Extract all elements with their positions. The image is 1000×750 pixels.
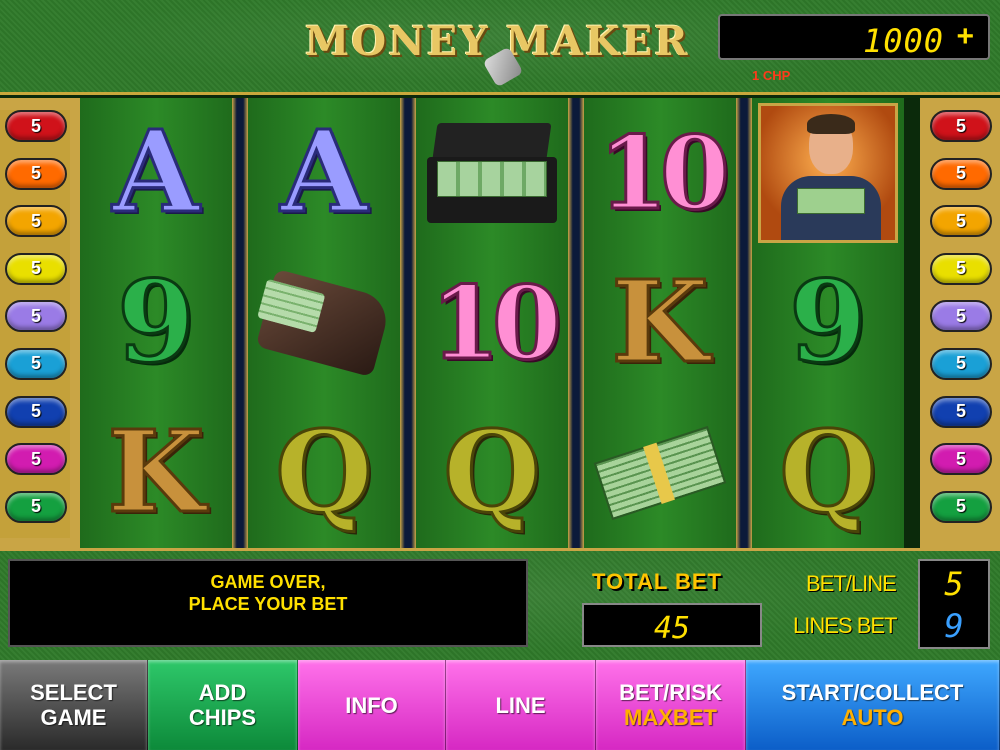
bet-values-display: 5 9 [918,559,990,649]
line-indicator: 5 [930,347,992,380]
line-indicator: 5 [930,157,992,190]
reel-symbol: Q [248,398,400,548]
bet-line-value: 5 [944,565,964,603]
symbol-k: K [610,257,710,388]
reel-divider [232,98,248,548]
line-indicator: 5 [930,252,992,285]
add-chips-label: ADD CHIPS [188,680,257,730]
reel-symbol: 9 [80,248,232,398]
money-man-icon [752,98,904,248]
reel-symbol: Q [752,398,904,548]
line-indicator: 5 [5,157,67,190]
reel-divider [568,98,584,548]
reel-divider [736,98,752,548]
reel-4: 10 K [584,98,736,548]
info-button[interactable]: INFO [298,660,446,750]
reel-symbol: A [80,98,232,248]
bet-risk-button[interactable]: BET/RISK MAXBET [596,660,746,750]
total-bet-label: TOTAL BET [592,569,722,594]
briefcase-icon [416,98,568,248]
reel-symbol: 10 [584,98,736,248]
total-bet-value: 45 [653,611,691,646]
line-indicator: 5 [5,443,67,476]
bet-risk-label: BET/RISK [619,680,722,705]
symbol-q: Q [778,407,879,538]
reel-1: A 9 K [80,98,232,548]
reel-symbol: 10 [416,248,568,398]
bet-line-label: BET/LINE [806,571,897,596]
symbol-10: 10 [597,114,731,232]
select-game-label: SELECT GAME [30,680,117,730]
reel-symbol: 9 [752,248,904,398]
message-box: GAME OVER, PLACE YOUR BET [8,559,528,647]
chip-denomination: 1 CHP [752,68,791,83]
header: MONEY MAKER 1000 + 1 CHP [0,0,1000,95]
symbol-9: 9 [788,257,869,388]
line-button[interactable]: LINE [446,660,596,750]
select-game-button[interactable]: SELECT GAME [0,660,148,750]
symbol-k: K [106,407,206,538]
info-label: INFO [345,692,398,718]
start-collect-label: START/COLLECT [781,680,964,705]
reel-symbol: Q [416,398,568,548]
reel-divider [400,98,416,548]
line-indicator: 5 [5,252,67,285]
reel-symbol: K [80,398,232,548]
info-panel: GAME OVER, PLACE YOUR BET TOTAL BET 45 B… [0,548,1000,660]
line-label: LINE [495,692,546,718]
symbol-a: A [279,107,369,238]
add-chips-button[interactable]: ADD CHIPS [148,660,298,750]
symbol-q: Q [274,407,375,538]
line-indicator: 5 [5,205,67,238]
reel-5: 9Q [752,98,904,548]
reel-symbol: A [248,98,400,248]
line-indicator: 5 [930,205,992,238]
line-indicator: 5 [930,110,992,142]
reel-area: A 9 K A Q 10 Q 10 K 9 Q [80,98,920,548]
reel-symbol: K [584,248,736,398]
line-indicator: 5 [930,395,992,428]
symbol-a: A [111,107,201,238]
symbol-q: Q [442,407,543,538]
maxbet-label: MAXBET [624,705,717,730]
lines-bet-label: LINES BET [793,613,897,638]
line-indicator: 5 [5,300,67,333]
status-message: GAME OVER, PLACE YOUR BET [188,572,348,614]
symbol-9: 9 [116,257,197,388]
line-indicators-right: 5 5 5 5 5 5 5 5 5 [925,110,995,538]
start-collect-button[interactable]: START/COLLECT AUTO [746,660,1000,750]
line-indicators-left: 5 5 5 5 5 5 5 5 5 [0,110,70,539]
button-bar: SELECT GAME ADD CHIPS INFO LINE BET/RISK… [0,660,1000,750]
credit-plus-icon[interactable]: + [956,20,974,54]
line-indicator: 5 [930,300,992,333]
line-indicator: 5 [5,347,67,380]
symbol-10: 10 [429,264,563,382]
line-indicator: 5 [5,490,67,523]
credit-display: 1000 + [718,14,990,60]
reel-2: AQ [248,98,400,548]
line-indicator: 5 [930,443,992,476]
line-indicator: 5 [930,490,992,523]
credit-value: 1000 [862,22,944,60]
wallet-icon [248,248,400,398]
line-indicator: 5 [5,395,67,428]
cash-stack-icon [584,398,736,548]
line-indicator: 5 [5,110,67,142]
reel-3: 10 Q [416,98,568,548]
lines-bet-value: 9 [944,607,964,645]
auto-label: AUTO [841,705,904,730]
total-bet-display: 45 [582,603,762,647]
